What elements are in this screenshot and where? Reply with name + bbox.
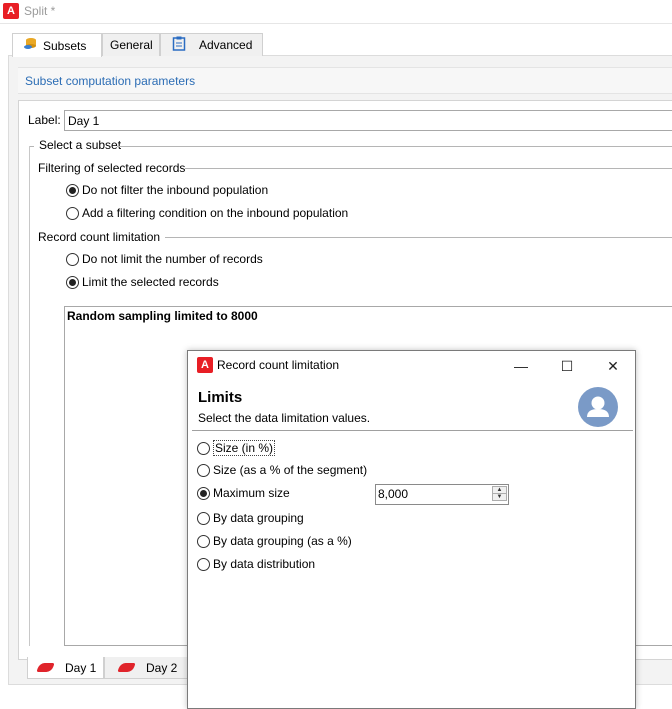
tab-general[interactable]: General [102,33,160,56]
record-count-limitation-dialog [187,350,636,709]
subset-fieldset-border [29,146,30,646]
segment-tag-icon [36,663,55,672]
radio-no-limit-label: Do not limit the number of records [82,252,263,266]
section-title: Subset computation parameters [25,74,196,88]
option-data-grouping-percent[interactable]: By data grouping (as a %) [197,534,352,548]
radio-button[interactable] [66,252,79,266]
maximize-button[interactable]: ☐ [544,351,590,381]
tab-general-label: General [110,38,153,52]
window-titlebar [0,0,672,24]
option-size-percent-label: Size (in %) [213,440,276,456]
radio-button[interactable] [197,463,210,477]
radio-limit-records-label: Limit the selected records [82,275,219,289]
tab-day-2-label: Day 2 [146,660,178,675]
radio-button[interactable] [66,275,79,289]
limitation-legend: Record count limitation [38,230,161,244]
tab-advanced[interactable]: Advanced [160,33,263,56]
label-input[interactable] [64,110,672,131]
dialog-title: Record count limitation [217,358,340,372]
dialog-subtitle: Select the data limitation values. [198,411,371,425]
close-button[interactable]: ✕ [590,351,636,381]
clipboard-icon [172,36,186,54]
maximum-size-value: 8,000 [378,487,409,501]
tab-subsets[interactable]: Subsets [12,33,102,57]
tab-day-2[interactable]: Day 2 [104,657,188,679]
radio-add-filter[interactable]: Add a filtering condition on the inbound… [66,206,348,220]
radio-button[interactable] [66,183,79,197]
option-data-distribution-label: By data distribution [213,557,316,571]
spinner-buttons: ▲ ▼ [492,486,507,503]
adobe-logo-icon: A [197,357,213,373]
section-header: Subset computation parameters [18,67,672,94]
window-title: Split * [24,4,56,18]
dialog-header-separator [192,430,633,431]
tab-day-1-label: Day 1 [65,660,97,675]
option-data-grouping-label: By data grouping [213,511,304,525]
option-maximum-size-label: Maximum size [213,486,290,500]
filtering-legend: Filtering of selected records [38,161,186,175]
adobe-logo-icon: A [3,3,19,19]
minimize-button[interactable]: — [498,351,544,381]
label-caption: Label: [28,113,61,127]
radio-no-limit[interactable]: Do not limit the number of records [66,252,263,266]
radio-limit-records[interactable]: Limit the selected records [66,275,219,289]
radio-no-filter-label: Do not filter the inbound population [82,183,269,197]
radio-button[interactable] [197,486,210,500]
limitation-separator [165,237,672,238]
option-size-segment-percent[interactable]: Size (as a % of the segment) [197,463,367,477]
tab-subsets-label: Subsets [43,38,87,53]
option-size-percent[interactable]: Size (in %) [197,440,276,456]
dialog-heading: Limits [198,389,243,406]
limitation-description: Random sampling limited to 8000 [67,309,258,323]
tab-day-1[interactable]: Day 1 [27,657,104,679]
tab-advanced-label: Advanced [199,38,253,52]
database-icon [23,37,37,54]
radio-button[interactable] [197,511,210,525]
option-maximum-size[interactable]: Maximum size [197,486,290,500]
option-data-distribution[interactable]: By data distribution [197,557,315,571]
radio-button[interactable] [197,441,210,455]
subset-fieldset-line [117,146,672,147]
segment-tag-icon [117,663,136,672]
subset-fieldset-line [30,146,34,147]
radio-no-filter[interactable]: Do not filter the inbound population [66,183,268,197]
radio-add-filter-label: Add a filtering condition on the inbound… [82,206,349,220]
user-avatar-icon [578,387,618,427]
spin-down-icon[interactable]: ▼ [492,493,507,501]
select-subset-legend: Select a subset [37,138,124,152]
filtering-separator [185,168,672,169]
option-data-grouping[interactable]: By data grouping [197,511,304,525]
option-data-grouping-percent-label: By data grouping (as a %) [213,534,352,548]
option-size-segment-percent-label: Size (as a % of the segment) [213,463,368,477]
radio-button[interactable] [66,206,79,220]
radio-button[interactable] [197,557,210,571]
radio-button[interactable] [197,534,210,548]
